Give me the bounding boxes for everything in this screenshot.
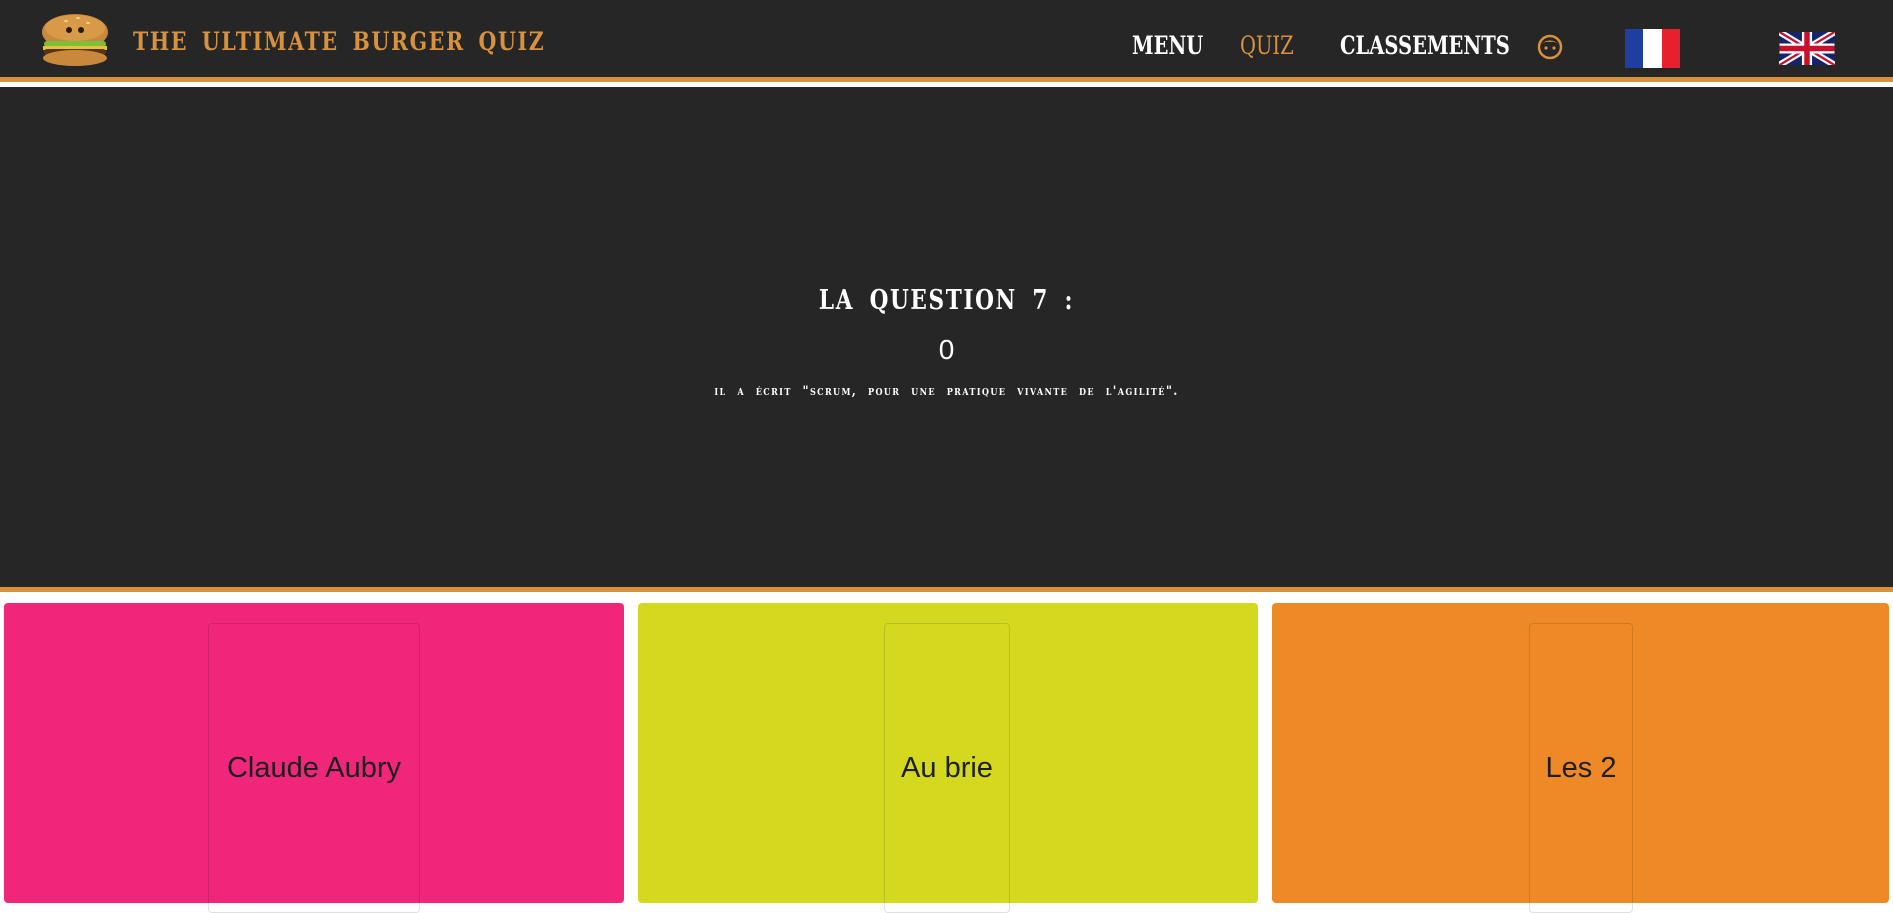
burger-logo-icon[interactable]	[38, 8, 112, 70]
answer-card-3[interactable]: Les 2	[1272, 603, 1889, 913]
answer-label: Les 2	[1545, 751, 1617, 784]
brand-title[interactable]: THE ULTIMATE BURGER QUIZ	[133, 27, 545, 56]
answer-button-3[interactable]: Les 2	[1529, 623, 1633, 913]
uk-flag-icon[interactable]	[1777, 29, 1837, 68]
nav-quiz[interactable]: QUIZ	[1240, 31, 1294, 60]
question-title: LA QUESTION 7 :	[818, 285, 1075, 316]
question-text: Il a écrit "Scrum, pour une pratique viv…	[714, 384, 1179, 399]
answer-card-2[interactable]: Au brie	[638, 603, 1258, 913]
question-timer: 0	[938, 334, 955, 365]
nav-menu[interactable]: MENU	[1132, 31, 1203, 60]
answer-button-2[interactable]: Au brie	[884, 623, 1010, 913]
answer-label: Au brie	[901, 751, 993, 784]
user-face-icon[interactable]	[1537, 34, 1563, 60]
france-flag-icon[interactable]	[1625, 29, 1680, 68]
answer-button-1[interactable]: Claude Aubry	[208, 623, 420, 913]
answer-card-1[interactable]: Claude Aubry	[4, 603, 624, 913]
answer-label: Claude Aubry	[226, 751, 402, 784]
question-panel: LA QUESTION 7 : 0 Il a écrit "Scrum, pou…	[0, 87, 1893, 592]
navbar: THE ULTIMATE BURGER QUIZ MENU QUIZ CLASS…	[0, 0, 1893, 82]
nav-classements[interactable]: CLASSEMENTS	[1340, 31, 1510, 60]
